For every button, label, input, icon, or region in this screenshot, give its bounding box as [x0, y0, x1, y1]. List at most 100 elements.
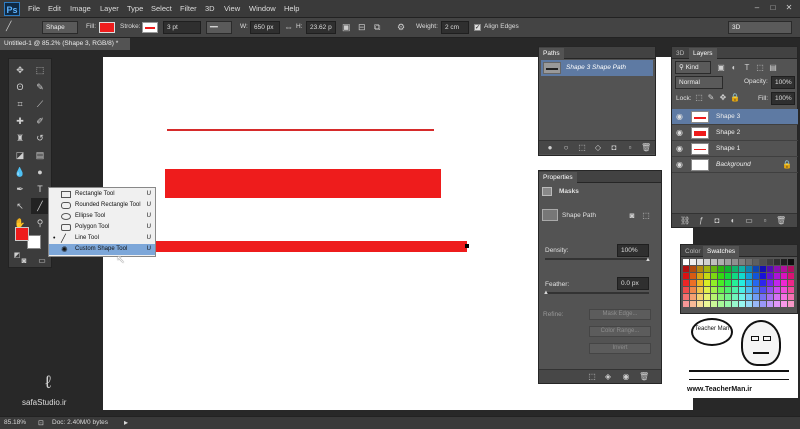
swatch[interactable] — [711, 273, 717, 279]
swatch[interactable] — [781, 301, 787, 307]
close-icon[interactable]: ✕ — [784, 3, 794, 13]
swatch[interactable] — [760, 259, 766, 265]
type-tool-icon[interactable]: T — [31, 181, 49, 197]
swatch[interactable] — [725, 259, 731, 265]
eyedropper-tool-icon[interactable]: ⟋ — [31, 96, 49, 112]
new-path-icon[interactable]: ▫ — [625, 143, 635, 153]
swatch[interactable] — [711, 280, 717, 286]
swatch[interactable] — [767, 273, 773, 279]
swatch[interactable] — [725, 273, 731, 279]
flyout-polygon-tool[interactable]: Polygon Tool U — [49, 222, 155, 233]
menu-image[interactable]: Image — [70, 4, 91, 13]
filter-smart-icon[interactable]: ▤ — [768, 63, 778, 73]
swatch[interactable] — [781, 294, 787, 300]
document-tab[interactable]: Untitled-1 @ 85.2% (Shape 3, RGB/8) * — [0, 38, 130, 50]
layer-filter-kind[interactable]: ⚲ Kind — [675, 61, 711, 74]
new-layer-icon[interactable]: ▫ — [760, 216, 770, 226]
swatch[interactable] — [711, 259, 717, 265]
swatch[interactable] — [711, 287, 717, 293]
layer-background[interactable]: ◉ Background 🔒 — [672, 157, 798, 173]
swatch[interactable] — [683, 273, 689, 279]
swatch[interactable] — [683, 259, 689, 265]
swatch[interactable] — [725, 287, 731, 293]
swatch[interactable] — [767, 280, 773, 286]
swatch[interactable] — [739, 273, 745, 279]
swatch[interactable] — [788, 287, 794, 293]
workspace-select[interactable]: 3D — [728, 21, 792, 34]
zoom-tool-icon[interactable]: ⚲ — [31, 215, 49, 231]
swatch[interactable] — [739, 266, 745, 272]
swatch[interactable] — [704, 273, 710, 279]
fx-icon[interactable]: ƒ — [696, 216, 706, 226]
shape-2-rect[interactable] — [165, 169, 441, 198]
swatch[interactable] — [732, 301, 738, 307]
trash-icon[interactable]: 🗑 — [776, 216, 786, 226]
menu-view[interactable]: View — [224, 4, 240, 13]
tab-color[interactable]: Color — [681, 246, 705, 257]
eye-icon[interactable]: ◉ — [676, 160, 683, 169]
swatch[interactable] — [774, 287, 780, 293]
swatch[interactable] — [732, 280, 738, 286]
tab-layers[interactable]: Layers — [689, 48, 717, 59]
swatch[interactable] — [697, 287, 703, 293]
swatch[interactable] — [697, 294, 703, 300]
fill-path-icon[interactable]: ● — [545, 143, 555, 153]
minimize-icon[interactable]: – — [752, 3, 762, 13]
blur-tool-icon[interactable]: 💧 — [11, 164, 29, 180]
trash-icon[interactable]: 🗑 — [639, 372, 649, 382]
menu-file[interactable]: File — [28, 4, 40, 13]
lock-transparent-icon[interactable]: ⬚ — [694, 93, 704, 103]
swatch[interactable] — [739, 259, 745, 265]
swatch[interactable] — [711, 294, 717, 300]
swatch[interactable] — [788, 273, 794, 279]
swatch[interactable] — [760, 294, 766, 300]
lock-position-icon[interactable]: ✥ — [718, 93, 728, 103]
eye-icon[interactable]: ◉ — [676, 128, 683, 137]
swatch[interactable] — [746, 273, 752, 279]
swatch[interactable] — [781, 259, 787, 265]
flyout-line-tool[interactable]: • ╱ Line Tool U — [49, 233, 155, 244]
swatch[interactable] — [732, 259, 738, 265]
tab-3d[interactable]: 3D — [672, 48, 688, 59]
align-edges-checkbox[interactable]: ✓ — [474, 24, 481, 31]
mode-select[interactable]: Shape — [42, 21, 78, 34]
group-icon[interactable]: ▭ — [744, 216, 754, 226]
swatch[interactable] — [718, 294, 724, 300]
flyout-rectangle-tool[interactable]: Rectangle Tool U — [49, 189, 155, 200]
swatch[interactable] — [788, 259, 794, 265]
adjustment-layer-icon[interactable]: ◐ — [728, 216, 738, 226]
swatch[interactable] — [690, 301, 696, 307]
anchor-point[interactable] — [465, 244, 469, 248]
menu-edit[interactable]: Edit — [48, 4, 61, 13]
swatch[interactable] — [781, 287, 787, 293]
swatch[interactable] — [788, 301, 794, 307]
swatch[interactable] — [739, 301, 745, 307]
layer-shape-2[interactable]: ◉ Shape 2 — [672, 125, 798, 141]
feather-field[interactable]: 0.0 px — [617, 277, 649, 290]
swatch[interactable] — [788, 294, 794, 300]
swatch[interactable] — [753, 287, 759, 293]
pen-tool-icon[interactable]: ✒ — [11, 181, 29, 197]
swatch[interactable] — [725, 266, 731, 272]
swatch[interactable] — [683, 266, 689, 272]
width-field[interactable]: 650 px — [250, 21, 280, 34]
swatch[interactable] — [760, 266, 766, 272]
swatch[interactable] — [704, 287, 710, 293]
swatch[interactable] — [781, 266, 787, 272]
swatch[interactable] — [704, 294, 710, 300]
swatch-grid[interactable] — [683, 259, 797, 313]
gear-icon[interactable]: ⚙ — [397, 22, 405, 33]
status-menu-icon[interactable]: ▸ — [124, 418, 128, 427]
swatch[interactable] — [760, 280, 766, 286]
quick-select-tool-icon[interactable]: ✎ — [31, 79, 49, 95]
swatch[interactable] — [683, 301, 689, 307]
swatch[interactable] — [739, 280, 745, 286]
brush-tool-icon[interactable]: ✐ — [31, 113, 49, 129]
fill-field[interactable]: 100% — [771, 92, 795, 105]
link-layers-icon[interactable]: ⛓ — [680, 216, 690, 226]
filter-adjustment-icon[interactable]: ◐ — [729, 63, 739, 73]
density-field[interactable]: 100% — [617, 244, 649, 257]
lock-pixels-icon[interactable]: ✎ — [706, 93, 716, 103]
apply-mask-icon[interactable]: ◈ — [603, 372, 613, 382]
swatch[interactable] — [718, 280, 724, 286]
